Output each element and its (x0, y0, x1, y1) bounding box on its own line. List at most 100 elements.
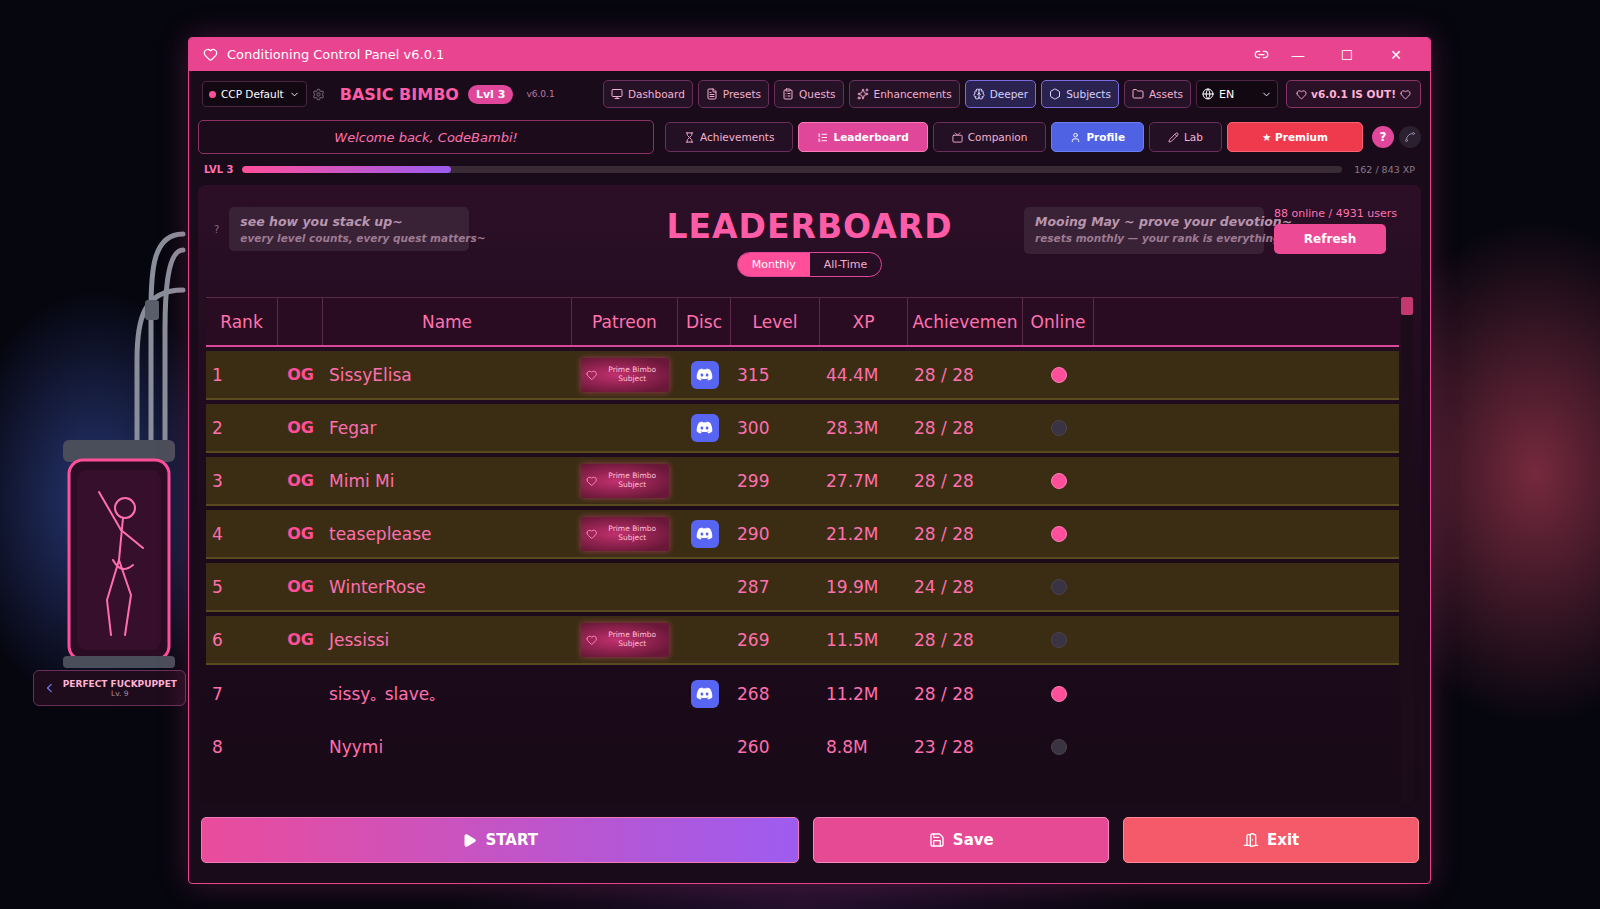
discord-icon (691, 361, 719, 389)
patreon-badge: Prime Bimbo Subject (581, 623, 669, 657)
og-cell: OG (278, 351, 323, 398)
level-cell: 268 (731, 669, 820, 718)
window-control[interactable]: ☐ (1327, 47, 1367, 63)
companion-label[interactable]: PERFECT FUCKPUPPETLv. 9 (33, 670, 186, 706)
tip-box: see how you stack up~every level counts,… (229, 207, 469, 251)
discord-cell (678, 616, 731, 663)
period-option[interactable]: All-Time (810, 253, 882, 276)
og-badge: OG (287, 471, 314, 490)
tab[interactable]: ★ Premium (1227, 122, 1363, 152)
table-row[interactable]: 8Nyymi2608.8M23 / 28 (206, 722, 1399, 771)
column-header[interactable] (278, 298, 323, 345)
column-header[interactable]: Achievemen (908, 298, 1023, 345)
xp-cell: 44.4M (820, 351, 908, 398)
column-header[interactable]: Rank (206, 298, 278, 345)
pin-icon[interactable] (1254, 47, 1269, 62)
name-cell: teaseplease (323, 510, 572, 557)
window-control[interactable]: ✕ (1376, 47, 1416, 63)
gear-icon[interactable] (312, 88, 325, 101)
help-button[interactable]: ? (1372, 126, 1394, 148)
table-row[interactable]: 1OGSissyElisaPrime Bimbo Subject31544.4M… (206, 351, 1399, 400)
leaderboard-panel: ? see how you stack up~every level counts… (198, 185, 1421, 803)
column-header[interactable]: Disc (678, 298, 731, 345)
column-header[interactable]: Patreon (572, 298, 678, 345)
nav-button[interactable]: Assets (1124, 80, 1191, 108)
patreon-cell (572, 669, 678, 718)
nav-button[interactable]: Enhancements (849, 80, 960, 108)
achievements-cell: 24 / 28 (908, 563, 1023, 610)
online-dot (1051, 579, 1067, 595)
discord-cell (678, 669, 731, 718)
left-arrow-icon[interactable] (42, 679, 57, 697)
table-row[interactable]: 4OGteasepleasePrime Bimbo Subject29021.2… (206, 510, 1399, 559)
period-option[interactable]: Monthly (738, 253, 810, 276)
top-bar: CCP DefaultBASIC BIMBOLvl 3v6.0.1Dashboa… (198, 78, 1421, 110)
nav-button[interactable]: Dashboard (603, 80, 693, 108)
exit-button[interactable]: Exit (1123, 817, 1419, 863)
period-toggle: MonthlyAll-Time (737, 252, 883, 277)
language-select[interactable]: EN (1196, 80, 1278, 108)
nav-icon (706, 88, 718, 100)
column-header[interactable]: Level (731, 298, 820, 345)
xp-cell: 8.8M (820, 722, 908, 771)
online-cell (1023, 563, 1094, 610)
xp-reading: 162 / 843 XP (1354, 164, 1415, 175)
tab[interactable]: Leaderboard (798, 122, 927, 152)
rank-cell: 7 (206, 669, 278, 718)
column-header[interactable]: Name (323, 298, 572, 345)
column-header[interactable]: XP (820, 298, 908, 345)
update-button[interactable]: v6.0.1 IS OUT! (1286, 80, 1421, 108)
table-row[interactable]: 3OGMimi MiPrime Bimbo Subject29927.7M28 … (206, 457, 1399, 506)
achievements-cell: 28 / 28 (908, 616, 1023, 663)
window-control[interactable]: — (1278, 47, 1318, 63)
save-button[interactable]: Save (813, 817, 1109, 863)
online-cell (1023, 669, 1094, 718)
online-cell (1023, 457, 1094, 504)
globe-icon (1202, 88, 1214, 100)
tab[interactable]: Lab (1149, 122, 1222, 152)
discord-cell (678, 351, 731, 398)
table-row[interactable]: 5OGWinterRose28719.9M24 / 28 (206, 563, 1399, 612)
tab-icon (817, 132, 828, 143)
og-cell: OG (278, 563, 323, 610)
discord-cell (678, 510, 731, 557)
tab-icon (1070, 132, 1081, 143)
table-row[interactable]: 6OGJessissiPrime Bimbo Subject26911.5M28… (206, 616, 1399, 665)
tab[interactable]: Companion (933, 122, 1047, 152)
nav-button[interactable]: Presets (698, 80, 769, 108)
refresh-button[interactable]: Refresh (1274, 224, 1386, 254)
online-cell (1023, 404, 1094, 451)
companion-widget[interactable]: PERFECT FUCKPUPPETLv. 9 (33, 230, 186, 706)
nav-button[interactable]: Quests (774, 80, 843, 108)
nav-button[interactable]: Deeper (965, 80, 1036, 108)
patreon-badge: Prime Bimbo Subject (581, 358, 669, 392)
start-button[interactable]: START (201, 817, 799, 863)
nav-icon (782, 88, 794, 100)
patreon-badge: Prime Bimbo Subject (581, 464, 669, 498)
sub-bar: Welcome back, CodeBambi!AchievementsLead… (198, 120, 1421, 154)
extra-button[interactable] (1399, 126, 1421, 148)
column-header[interactable]: Online (1023, 298, 1094, 345)
discord-icon (691, 520, 719, 548)
xp-cell: 27.7M (820, 457, 908, 504)
table-row[interactable]: 2OGFegar30028.3M28 / 28 (206, 404, 1399, 453)
table-row[interactable]: 7sissy｡ slave｡26811.2M28 / 28 (206, 669, 1399, 718)
tab[interactable]: Profile (1051, 122, 1144, 152)
heart-icon (586, 474, 597, 488)
name-cell: Mimi Mi (323, 457, 572, 504)
heart-icon (1296, 89, 1307, 100)
level-cell: 260 (731, 722, 820, 771)
name-cell: Fegar (323, 404, 572, 451)
og-badge: OG (287, 630, 314, 649)
scrollbar[interactable] (1401, 297, 1413, 803)
tab[interactable]: Achievements (665, 122, 793, 152)
scroll-thumb[interactable] (1401, 297, 1413, 315)
og-cell: OG (278, 457, 323, 504)
help-button[interactable]: ? (214, 224, 219, 235)
save-icon (929, 832, 945, 848)
preset-select[interactable]: CCP Default (202, 81, 307, 107)
achievements-cell: 28 / 28 (908, 669, 1023, 718)
heart-icon (203, 47, 218, 62)
nav-button[interactable]: Subjects (1041, 80, 1119, 108)
online-cell (1023, 510, 1094, 557)
